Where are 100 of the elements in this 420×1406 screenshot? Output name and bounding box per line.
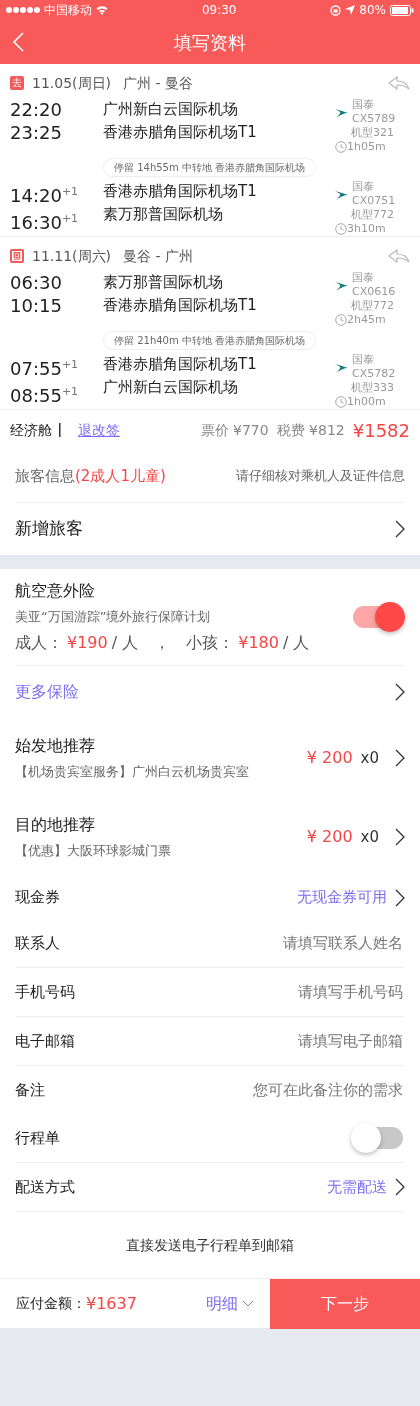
arrival-time: 16:30	[10, 211, 62, 234]
departure-time: 22:20	[10, 98, 62, 121]
battery-icon	[390, 4, 414, 16]
flight-number: 国泰CX0751	[352, 180, 397, 208]
departure-airport: 香港赤腊角国际机场T1	[103, 355, 257, 373]
change-policy-link[interactable]: 退改签	[78, 419, 120, 441]
clock-icon	[335, 223, 347, 235]
departure-time: 14:20	[10, 184, 62, 207]
price-label: 成人：	[15, 631, 63, 654]
arrival-airport: 广州新白云国际机场	[103, 378, 238, 396]
coupon-label: 现金券	[15, 887, 61, 909]
chevron-icon	[395, 749, 405, 767]
location-icon	[345, 5, 356, 15]
recommendation-title: 始发地推荐	[15, 736, 95, 756]
aircraft-type: 机型772	[351, 299, 394, 312]
insurance-price: ¥190	[67, 631, 108, 654]
flight-duration: 1h00m	[347, 395, 386, 409]
toggle-switch[interactable]	[351, 601, 405, 633]
cabin-class: 经济舱	[10, 420, 52, 440]
field-label: 联系人	[15, 932, 60, 954]
chevron-icon	[395, 520, 405, 538]
carrier-name: 中国移动	[44, 2, 92, 19]
airline-logo-icon	[335, 188, 348, 200]
delivery-method[interactable]: 无需配送	[327, 1175, 387, 1199]
back-icon[interactable]	[12, 32, 24, 52]
departure-airport: 广州新白云国际机场	[103, 100, 238, 118]
airline-logo-icon	[335, 279, 348, 291]
flight-duration: 1h05m	[347, 140, 386, 154]
departure-time: 07:55	[10, 357, 62, 380]
field-label: 电子邮箱	[15, 1030, 75, 1052]
share-icon[interactable]	[388, 249, 410, 263]
chevron-icon	[395, 828, 405, 846]
arrival-airport: 香港赤腊角国际机场T1	[103, 296, 257, 314]
share-icon[interactable]	[388, 76, 410, 90]
aircraft-type: 机型333	[351, 381, 394, 394]
flight-duration: 2h45m	[347, 313, 386, 327]
trip-tag: 去	[10, 76, 24, 90]
departure-airport: 素万那普国际机场	[103, 273, 223, 291]
status-time: 09:30	[201, 2, 237, 19]
chevron-icon	[395, 888, 405, 907]
chevron-icon	[395, 683, 405, 701]
day-offset: +1	[61, 384, 79, 400]
separator-icon	[58, 423, 62, 437]
departure-airport: 香港赤腊角国际机场T1	[103, 182, 257, 200]
day-offset: +1	[61, 211, 79, 227]
trip-route: 曼谷 - 广州	[123, 246, 193, 266]
airline-logo-icon	[335, 361, 348, 373]
airline-logo-icon	[335, 106, 348, 118]
more-insurance-link[interactable]: 更多保险	[15, 680, 395, 704]
trip-date: 11.05(周日)	[32, 73, 111, 93]
trip-date: 11.11(周六)	[32, 246, 111, 266]
comma-separator: ，	[154, 631, 171, 654]
day-offset: +1	[61, 184, 79, 200]
coupon-status[interactable]: 无现金券可用	[297, 886, 387, 909]
wifi-icon	[96, 5, 108, 15]
add-passenger-item[interactable]: 新增旅客	[15, 516, 395, 542]
ticket-price: 票价 ¥770	[200, 420, 269, 440]
chevron-icon	[395, 1178, 405, 1196]
insurance-title: 航空意外险	[15, 581, 95, 601]
quantity: x0	[360, 747, 379, 769]
aircraft-type: 机型772	[351, 208, 394, 221]
arrival-time: 23:25	[10, 121, 62, 144]
recommendation-price: ¥ 200	[306, 826, 353, 848]
battery-level: 80%	[359, 2, 386, 19]
trip-route: 广州 - 曼谷	[123, 73, 193, 93]
recommendation-description: 【优惠】大阪环球影城门票	[15, 843, 171, 859]
detail-toggle[interactable]: 明细	[206, 1291, 254, 1316]
delivery-label: 配送方式	[15, 1176, 76, 1198]
next-step-button[interactable]: 下一步	[270, 1278, 420, 1329]
departure-time: 06:30	[10, 271, 62, 294]
arrival-time: 08:55	[10, 384, 62, 407]
insurance-price: ¥180	[238, 631, 279, 654]
tax-price: 税费 ¥812	[276, 420, 345, 440]
price-unit: / 人	[111, 631, 139, 654]
itinerary-label: 行程单	[15, 1127, 61, 1149]
clock-icon	[335, 314, 347, 326]
price-label: 小孩：	[186, 631, 235, 654]
total-label: 应付金额：	[16, 1294, 86, 1313]
arrival-time: 10:15	[10, 294, 62, 317]
total-amount: ¥1637	[86, 1292, 137, 1315]
delivery-note: 直接发送电子行程单到邮箱	[126, 1235, 294, 1255]
flight-number: 国泰CX0616	[352, 271, 397, 299]
clock-icon	[335, 141, 347, 153]
toggle-switch[interactable]	[351, 1122, 405, 1154]
verify-hint: 请仔细核对乘机人及证件信息	[236, 467, 405, 486]
rotation-lock-icon	[330, 4, 342, 16]
flight-duration: 3h10m	[347, 222, 386, 236]
arrival-airport: 香港赤腊角国际机场T1	[103, 123, 257, 141]
insurance-description: 美亚“万国游踪”境外旅行保障计划	[15, 609, 211, 625]
chevron-down-icon	[242, 1299, 254, 1308]
field-label: 手机号码	[15, 981, 75, 1003]
signal-icon	[6, 7, 40, 13]
flight-number: 国泰CX5789	[352, 98, 397, 126]
price-unit: / 人	[282, 631, 310, 654]
page-title: 填写资料	[174, 30, 246, 55]
quantity: x0	[360, 826, 379, 848]
arrival-airport: 素万那普国际机场	[103, 205, 223, 223]
day-offset: +1	[61, 357, 79, 373]
flight-number: 国泰CX5782	[352, 353, 397, 381]
recommendation-title: 目的地推荐	[15, 815, 95, 835]
